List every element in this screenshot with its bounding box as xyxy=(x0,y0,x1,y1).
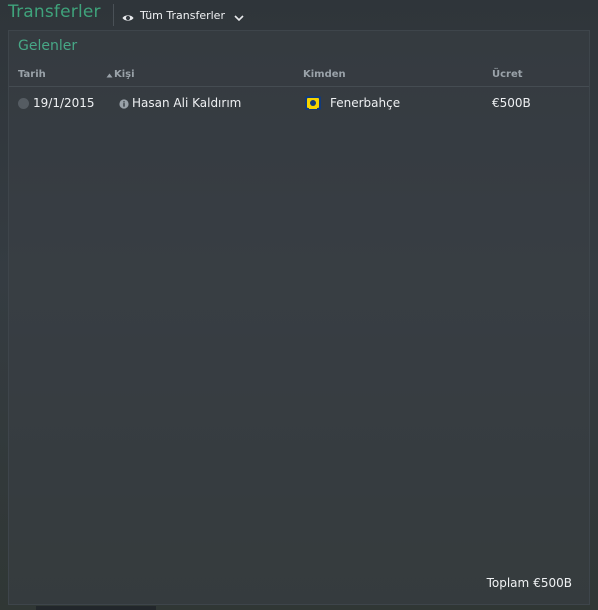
row-person-name[interactable]: Hasan Ali Kaldırım xyxy=(132,96,241,110)
incoming-transfers-panel: Gelenler Tarih Kişi Kimden Ücret 19/1/20… xyxy=(8,30,590,605)
column-header-person[interactable]: Kişi xyxy=(106,69,135,80)
page-title: Transferler xyxy=(8,2,101,22)
column-header-date[interactable]: Tarih xyxy=(18,69,46,80)
total-label: Toplam xyxy=(486,576,530,590)
transfers-screen: Transferler Tüm Transferler Gelenler Tar… xyxy=(0,0,598,610)
header-bar: Transferler Tüm Transferler xyxy=(0,0,598,30)
column-header-person-label: Kişi xyxy=(114,69,135,80)
filter-label: Tüm Transferler xyxy=(140,8,225,22)
column-header-fee[interactable]: Ücret xyxy=(492,69,523,80)
row-date-cell: 19/1/2015 xyxy=(18,96,95,110)
section-title: Gelenler xyxy=(18,38,78,54)
table-header: Tarih Kişi Kimden Ücret xyxy=(9,69,589,85)
transfer-filter-dropdown[interactable]: Tüm Transferler xyxy=(122,6,245,24)
bottom-edge-strip xyxy=(36,606,156,610)
chevron-down-icon xyxy=(233,9,245,22)
total-value: €500B xyxy=(533,576,572,590)
column-header-from[interactable]: Kimden xyxy=(303,69,346,80)
header-divider xyxy=(113,4,114,26)
row-from-club[interactable]: Fenerbahçe xyxy=(330,96,400,110)
header-divider-line xyxy=(9,86,589,87)
total-summary: Toplam €500B xyxy=(487,576,572,590)
info-icon[interactable] xyxy=(119,98,129,109)
eye-icon xyxy=(122,9,134,21)
row-date: 19/1/2015 xyxy=(33,96,95,110)
row-person-cell[interactable]: Hasan Ali Kaldırım xyxy=(119,96,241,110)
row-fee: €500B xyxy=(492,96,531,110)
row-from-cell[interactable]: Fenerbahçe xyxy=(304,94,400,112)
club-badge-icon xyxy=(304,94,322,112)
sort-ascending-icon xyxy=(106,71,113,78)
status-indicator-icon xyxy=(18,97,29,109)
table-row[interactable]: 19/1/2015 Hasan Ali Kaldırım Fenerbahçe … xyxy=(9,91,589,115)
